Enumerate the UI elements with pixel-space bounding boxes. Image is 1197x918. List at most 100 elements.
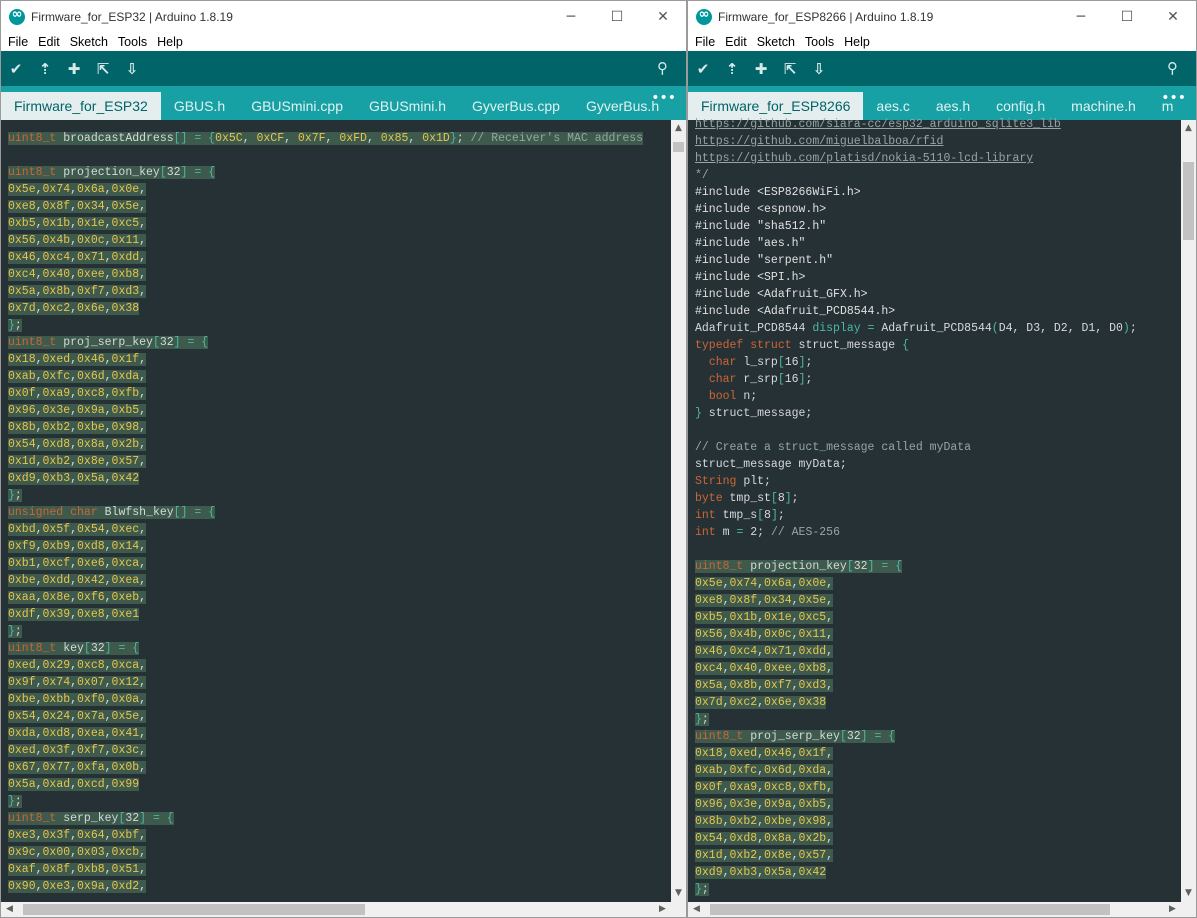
code-editor[interactable]: https://github.com/siara-cc/esp32_arduin… xyxy=(688,118,1196,917)
code-line: 0xed,0x3f,0xf7,0x3c, xyxy=(8,744,147,757)
menu-sketch[interactable]: Sketch xyxy=(65,35,113,49)
save-down-arrow-icon: ⇩ xyxy=(812,59,826,78)
menu-edit[interactable]: Edit xyxy=(720,35,752,49)
code-line: // Create a struct_message called myData xyxy=(695,441,972,454)
menu-tools[interactable]: Tools xyxy=(113,35,152,49)
scroll-thumb-horizontal[interactable] xyxy=(23,904,365,915)
code-line: #include <espnow.h> xyxy=(695,203,827,216)
minimize-button[interactable]: ─ xyxy=(548,1,594,33)
code-line: 0x46,0xc4,0x71,0xdd, xyxy=(8,251,147,264)
upload-button[interactable]: ⇡ xyxy=(721,58,743,80)
title-bar[interactable]: Firmware_for_ESP32 | Arduino 1.8.19 ─ ☐ … xyxy=(1,1,686,33)
close-button[interactable]: ✕ xyxy=(1150,1,1196,33)
tab-overflow-button[interactable]: ••• xyxy=(1161,90,1186,106)
code-line: char r_srp[16]; xyxy=(708,373,813,386)
code-line: byte tmp_st[8]; xyxy=(695,492,799,505)
tab-gbusmini-cpp[interactable]: GBUSmini.cpp xyxy=(238,92,356,120)
tab-gbusmini-h[interactable]: GBUSmini.h xyxy=(356,92,459,120)
tab-gyverbus-cpp[interactable]: GyverBus.cpp xyxy=(459,92,573,120)
code-line: 0xbd,0x5f,0x54,0xec, xyxy=(8,523,147,536)
code-line: 0xaf,0x8f,0xb8,0x51, xyxy=(8,863,147,876)
menu-file[interactable]: File xyxy=(3,35,33,49)
code-line: uint8_t projection_key[32] = { xyxy=(695,560,903,573)
code-line: Adafruit_PCD8544 display = Adafruit_PCD8… xyxy=(695,322,1137,335)
menu-help[interactable]: Help xyxy=(839,35,875,49)
code-line: 0x18,0xed,0x46,0x1f, xyxy=(8,353,147,366)
code-line: }; xyxy=(8,489,22,502)
code-line: char l_srp[16]; xyxy=(708,356,813,369)
menu-help[interactable]: Help xyxy=(152,35,188,49)
open-button[interactable]: ⇱ xyxy=(779,58,801,80)
save-button[interactable]: ⇩ xyxy=(121,58,143,80)
menu-sketch[interactable]: Sketch xyxy=(752,35,800,49)
tab-overflow-button[interactable]: ••• xyxy=(651,90,676,106)
code-line: 0x56,0x4b,0x0c,0x11, xyxy=(695,628,834,641)
code-line: 0x1d,0xb2,0x8e,0x57, xyxy=(695,849,834,862)
scroll-right-arrow-icon[interactable]: ▶ xyxy=(654,902,671,917)
menu-tools[interactable]: Tools xyxy=(800,35,839,49)
open-icon: ⇱ xyxy=(96,59,110,78)
code-line: 0xe8,0x8f,0x34,0x5e, xyxy=(8,200,147,213)
code-line: uint8_t proj_serp_key[32] = { xyxy=(8,336,209,349)
tab-firmware-for-esp32[interactable]: Firmware_for_ESP32 xyxy=(1,92,161,120)
scroll-thumb[interactable] xyxy=(673,142,684,152)
code-line: #include "aes.h" xyxy=(695,237,806,250)
code-line: String plt; xyxy=(695,475,771,488)
verify-button[interactable]: ✔ xyxy=(5,58,27,80)
menu-edit[interactable]: Edit xyxy=(33,35,65,49)
maximize-button[interactable]: ☐ xyxy=(1104,1,1150,33)
scroll-down-arrow-icon[interactable]: ▼ xyxy=(1181,885,1196,902)
plus-icon: ✚ xyxy=(67,59,81,78)
tab-bar: Firmware_for_ESP8266 aes.c aes.h config.h ma… xyxy=(688,86,1196,120)
new-button[interactable]: ✚ xyxy=(63,58,85,80)
code-lines: uint8_t broadcastAddress[] = {0x5C, 0xCF… xyxy=(8,130,644,895)
arduino-window-esp8266: Firmware_for_ESP8266 | Arduino 1.8.19 ─ … xyxy=(687,0,1197,918)
vertical-scrollbar[interactable]: ▲ ▼ xyxy=(671,120,686,902)
serial-monitor-button[interactable]: ⚲ xyxy=(1167,59,1178,77)
verify-button[interactable]: ✔ xyxy=(692,58,714,80)
code-line: 0x5a,0x8b,0xf7,0xd3, xyxy=(695,679,834,692)
code-line: #include "sha512.h" xyxy=(695,220,827,233)
new-button[interactable]: ✚ xyxy=(750,58,772,80)
minimize-button[interactable]: ─ xyxy=(1058,1,1104,33)
scroll-thumb[interactable] xyxy=(1183,162,1194,240)
serial-monitor-button[interactable]: ⚲ xyxy=(657,59,668,77)
save-button[interactable]: ⇩ xyxy=(808,58,830,80)
scroll-left-arrow-icon[interactable]: ◀ xyxy=(1,902,18,917)
scrollbar-corner xyxy=(1181,902,1196,917)
code-line: }; xyxy=(695,713,709,726)
code-editor[interactable]: uint8_t broadcastAddress[] = {0x5C, 0xCF… xyxy=(1,120,686,917)
horizontal-scrollbar[interactable]: ◀ ▶ xyxy=(688,902,1181,917)
code-line: 0x1d,0xb2,0x8e,0x57, xyxy=(8,455,147,468)
open-button[interactable]: ⇱ xyxy=(92,58,114,80)
maximize-button[interactable]: ☐ xyxy=(594,1,640,33)
title-bar[interactable]: Firmware_for_ESP8266 | Arduino 1.8.19 ─ … xyxy=(688,1,1196,33)
menu-file[interactable]: File xyxy=(690,35,720,49)
code-line: }; xyxy=(8,795,22,808)
code-line: }; xyxy=(695,883,709,896)
close-button[interactable]: ✕ xyxy=(640,1,686,33)
scroll-left-arrow-icon[interactable]: ◀ xyxy=(688,902,705,917)
code-line: 0x54,0x24,0x7a,0x5e, xyxy=(8,710,147,723)
horizontal-scrollbar[interactable]: ◀ ▶ xyxy=(1,902,671,917)
scroll-thumb-horizontal[interactable] xyxy=(710,904,1110,915)
plus-icon: ✚ xyxy=(754,59,768,78)
code-line: #include "serpent.h" xyxy=(695,254,834,267)
code-line: https://github.com/siara-cc/esp32_arduin… xyxy=(695,118,1061,131)
tab-bar: Firmware_for_ESP32 GBUS.h GBUSmini.cpp GBUS… xyxy=(1,86,686,120)
scroll-up-arrow-icon[interactable]: ▲ xyxy=(671,120,686,137)
open-icon: ⇱ xyxy=(783,59,797,78)
code-line: #include <ESP8266WiFi.h> xyxy=(695,186,861,199)
scroll-down-arrow-icon[interactable]: ▼ xyxy=(671,885,686,902)
window-controls: ─ ☐ ✕ xyxy=(548,1,686,33)
upload-button[interactable]: ⇡ xyxy=(34,58,56,80)
code-line: 0xed,0x29,0xc8,0xca, xyxy=(8,659,147,672)
code-line: }; xyxy=(8,319,22,332)
tab-gbus-h[interactable]: GBUS.h xyxy=(161,92,238,120)
code-line: 0x0f,0xa9,0xc8,0xfb, xyxy=(695,781,834,794)
vertical-scrollbar[interactable]: ▲ ▼ xyxy=(1181,120,1196,902)
scroll-right-arrow-icon[interactable]: ▶ xyxy=(1164,902,1181,917)
code-line: 0xd9,0xb3,0x5a,0x42 xyxy=(695,866,827,879)
scroll-up-arrow-icon[interactable]: ▲ xyxy=(1181,120,1196,137)
